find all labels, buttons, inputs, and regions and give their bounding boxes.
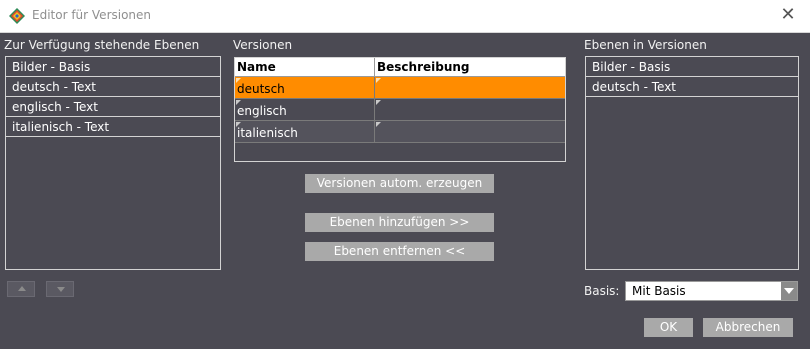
window-title: Editor für Versionen (32, 8, 152, 22)
list-item[interactable]: deutsch - Text (586, 77, 798, 97)
edit-corner-icon (376, 78, 381, 83)
layers-in-versions-list[interactable]: Bilder - Basis deutsch - Text (585, 56, 799, 270)
versions-label: Versionen (233, 38, 293, 52)
app-icon (9, 8, 25, 24)
edit-corner-icon (236, 122, 241, 127)
auto-create-versions-button[interactable]: Versionen autom. erzeugen (305, 174, 494, 193)
version-name-cell[interactable]: englisch (235, 99, 375, 120)
column-header-name[interactable]: Name (235, 58, 375, 76)
list-item[interactable]: italienisch - Text (6, 117, 220, 137)
move-up-button[interactable] (7, 281, 35, 297)
list-item[interactable]: deutsch - Text (6, 77, 220, 97)
add-layers-button[interactable]: Ebenen hinzufügen >> (305, 213, 494, 232)
version-description-cell[interactable] (375, 77, 565, 98)
version-name-cell[interactable]: italienisch (235, 121, 375, 142)
chevron-down-icon (784, 288, 794, 294)
edit-corner-icon (376, 122, 381, 127)
table-row[interactable]: deutsch (235, 77, 565, 99)
dialog-window: Editor für Versionen ✕ Zur Verfügung ste… (0, 0, 810, 349)
version-description-cell[interactable] (375, 99, 565, 120)
list-item[interactable]: englisch - Text (6, 97, 220, 117)
basis-select[interactable]: Mit Basis (625, 281, 798, 301)
column-header-description[interactable]: Beschreibung (375, 58, 565, 76)
table-row[interactable]: englisch (235, 99, 565, 121)
ok-button[interactable]: OK (644, 318, 693, 337)
list-item[interactable]: Bilder - Basis (6, 57, 220, 77)
edit-corner-icon (236, 78, 241, 83)
dropdown-button[interactable] (781, 282, 797, 300)
available-layers-label: Zur Verfügung stehende Ebenen (4, 38, 200, 52)
list-item[interactable]: Bilder - Basis (586, 57, 798, 77)
cancel-button[interactable]: Abbrechen (703, 318, 793, 337)
close-icon[interactable]: ✕ (778, 5, 798, 25)
arrow-up-icon (18, 286, 26, 291)
available-layers-list[interactable]: Bilder - Basis deutsch - Text englisch -… (5, 56, 221, 270)
arrow-down-icon (57, 287, 65, 292)
edit-corner-icon (236, 100, 241, 105)
version-description-cell[interactable] (375, 121, 565, 142)
basis-select-value: Mit Basis (632, 284, 686, 298)
basis-label: Basis: (584, 284, 620, 298)
title-bar[interactable]: Editor für Versionen ✕ (0, 0, 810, 33)
layers-in-versions-label: Ebenen in Versionen (584, 38, 707, 52)
versions-table: Name Beschreibung deutsch englisch itali… (234, 57, 566, 162)
table-header: Name Beschreibung (235, 58, 565, 77)
move-down-button[interactable] (46, 281, 74, 297)
version-name-cell[interactable]: deutsch (235, 77, 375, 98)
table-row[interactable]: italienisch (235, 121, 565, 143)
remove-layers-button[interactable]: Ebenen entfernen << (305, 242, 494, 261)
edit-corner-icon (376, 100, 381, 105)
